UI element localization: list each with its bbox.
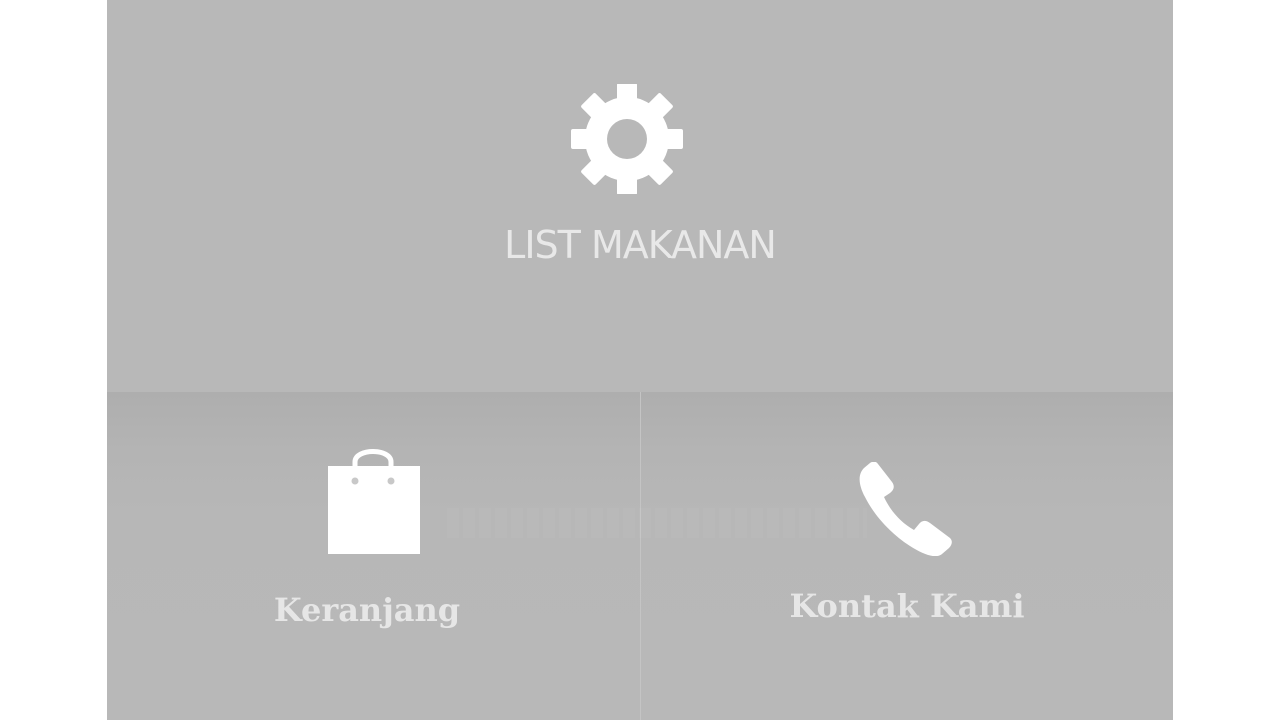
keranjang-tile[interactable] [107,392,640,720]
shopping-bag-icon [328,449,420,554]
kontak-kami-tile[interactable] [641,392,1173,720]
home-menu: LIST MAKANAN Keranjang Kontak Kami [107,0,1173,720]
list-makanan-tile[interactable]: LIST MAKANAN [107,0,1173,392]
list-makanan-label: LIST MAKANAN [504,223,777,267]
tile-divider [640,392,641,720]
phone-icon [859,462,952,556]
gear-icon [571,84,683,194]
kontak-kami-label: Kontak Kami [789,587,1025,625]
keranjang-label: Keranjang [273,591,461,629]
faded-background-pattern [447,508,867,538]
